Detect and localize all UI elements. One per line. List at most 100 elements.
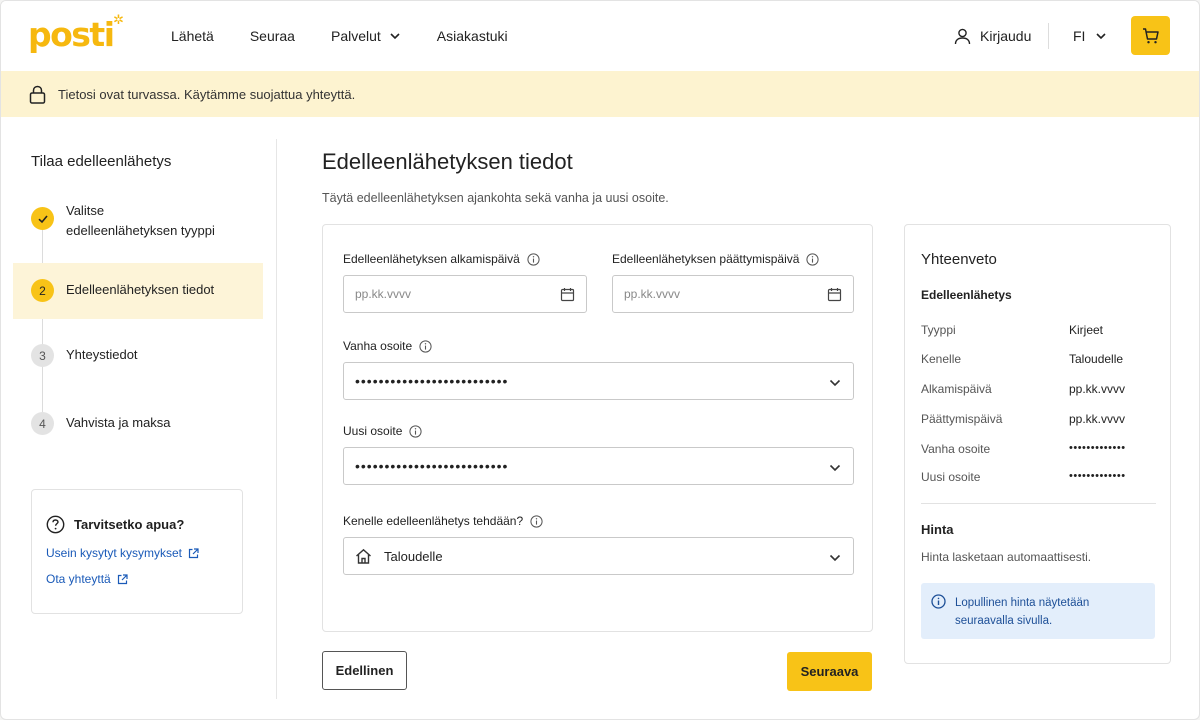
nav-label: Asiakastuki: [436, 28, 508, 44]
step-1[interactable]: Valitse edelleenlähetyksen tyyppi: [13, 193, 263, 241]
posti-logo[interactable]: posti ✲: [28, 13, 124, 54]
nav-item-seuraa[interactable]: Seuraa: [250, 28, 295, 44]
summary-value: pp.kk.vvvv: [1069, 382, 1126, 396]
label-text: Kenelle edelleenlähetys tehdään?: [343, 514, 524, 528]
summary-value: Kirjeet: [1069, 323, 1104, 337]
cart-button[interactable]: [1131, 16, 1170, 55]
help-box: Tarvitsetko apua? Usein kysytyt kysymyks…: [31, 489, 243, 614]
recipient-value: Taloudelle: [384, 548, 443, 564]
nav-label: Seuraa: [249, 28, 295, 44]
user-icon: [954, 28, 971, 44]
summary-key: Uusi osoite: [921, 470, 981, 484]
page-title: Edelleenlähetyksen tiedot: [322, 149, 573, 174]
label-text: Vanha osoite: [343, 339, 413, 353]
page-frame: posti ✲ Lähetä Seuraa Palvelut Asiakastuk…: [0, 0, 1200, 720]
top-header: posti ✲ Lähetä Seuraa Palvelut Asiakastuk…: [1, 1, 1199, 71]
price-description: Hinta lasketaan automaattisesti.: [921, 550, 1092, 564]
old-address-value: ••••••••••••••••••••••••••: [355, 373, 509, 389]
next-button[interactable]: Seuraava: [787, 652, 872, 691]
security-banner: Tietosi ovat turvassa. Käytämme suojattu…: [1, 71, 1199, 117]
login-label: Kirjaudu: [980, 28, 1032, 44]
check-icon: [31, 207, 54, 230]
step-2[interactable]: 2 Edelleenlähetyksen tiedot: [13, 263, 263, 319]
step-3[interactable]: 3 Yhteystiedot: [13, 333, 263, 377]
page-description: Täytä edelleenlähetyksen ajankohta sekä …: [322, 191, 669, 205]
end-date-input[interactable]: pp.kk.vvvv: [612, 275, 854, 313]
summary-divider: [921, 503, 1156, 504]
logo-text: posti: [28, 15, 115, 54]
banner-text: Tietosi ovat turvassa. Käytämme suojattu…: [58, 86, 356, 102]
start-date-label: Edelleenlähetyksen alkamispäivä: [343, 252, 540, 266]
end-date-label: Edelleenlähetyksen päättymispäivä: [612, 252, 820, 266]
info-icon: [931, 594, 946, 609]
step-label: Edelleenlähetyksen tiedot: [66, 282, 215, 297]
summary-key: Päättymispäivä: [921, 412, 1003, 426]
nav-item-laheta[interactable]: Lähetä: [171, 28, 214, 44]
faq-link[interactable]: Usein kysytyt kysymykset: [46, 546, 199, 560]
step-number: 2: [31, 279, 54, 302]
sidebar-divider: [276, 139, 277, 699]
logo-star-icon: ✲: [113, 13, 124, 28]
language-selector[interactable]: FI: [1073, 1, 1107, 71]
nav-item-asiakastuki[interactable]: Asiakastuki: [437, 28, 508, 44]
step-number: 4: [31, 412, 54, 435]
question-icon: [46, 515, 65, 534]
house-icon: [356, 548, 371, 564]
summary-key: Alkamispäivä: [921, 382, 992, 396]
step-4[interactable]: 4 Vahvista ja maksa: [13, 401, 263, 445]
label-text: Uusi osoite: [343, 424, 403, 438]
info-icon[interactable]: [419, 339, 432, 353]
link-label: Ota yhteyttä: [46, 572, 111, 586]
help-title: Tarvitsetko apua?: [46, 515, 184, 534]
label-text: Edelleenlähetyksen päättymispäivä: [612, 252, 800, 266]
summary-key: Kenelle: [921, 352, 962, 366]
main-nav: Lähetä Seuraa Palvelut Asiakastuki: [171, 1, 544, 71]
link-label: Usein kysytyt kysymykset: [46, 546, 183, 560]
contact-link[interactable]: Ota yhteyttä: [46, 572, 128, 586]
sidebar-title: Tilaa edelleenlähetys: [31, 153, 172, 170]
new-address-value: ••••••••••••••••••••••••••: [355, 458, 509, 474]
stepper-line: [42, 217, 43, 427]
end-date-placeholder: pp.kk.vvvv: [624, 287, 681, 301]
old-address-label: Vanha osoite: [343, 339, 432, 353]
summary-title: Yhteenveto: [921, 251, 997, 268]
recipient-select[interactable]: Taloudelle: [343, 537, 854, 575]
info-icon[interactable]: [527, 252, 540, 266]
help-title-text: Tarvitsetko apua?: [74, 517, 185, 532]
chevron-down-icon: [829, 379, 841, 387]
previous-button[interactable]: Edellinen: [322, 651, 407, 690]
calendar-icon[interactable]: [560, 287, 575, 302]
summary-panel: Yhteenveto Edelleenlähetys Tyyppi Kirjee…: [904, 224, 1171, 664]
summary-value: pp.kk.vvvv: [1069, 412, 1126, 426]
language-label: FI: [1073, 28, 1086, 44]
new-address-select[interactable]: ••••••••••••••••••••••••••: [343, 447, 854, 485]
summary-value: •••••••••••••: [1069, 470, 1126, 482]
step-label: Valitse edelleenlähetyksen tyyppi: [66, 203, 215, 238]
price-info-text: Lopullinen hinta näytetään seuraavalla s…: [955, 597, 1090, 627]
calendar-icon[interactable]: [827, 287, 842, 302]
summary-value: •••••••••••••: [1069, 442, 1126, 454]
form-card: Edelleenlähetyksen alkamispäivä pp.kk.vv…: [322, 224, 873, 632]
price-info-box: Lopullinen hinta näytetään seuraavalla s…: [921, 583, 1155, 639]
info-icon[interactable]: [409, 424, 422, 438]
header-divider: [1048, 23, 1049, 49]
login-button[interactable]: Kirjaudu: [954, 1, 1031, 71]
summary-key: Tyyppi: [921, 323, 956, 337]
start-date-input[interactable]: pp.kk.vvvv: [343, 275, 587, 313]
info-icon[interactable]: [530, 514, 543, 528]
step-number: 3: [31, 344, 54, 367]
old-address-select[interactable]: ••••••••••••••••••••••••••: [343, 362, 854, 400]
label-text: Edelleenlähetyksen alkamispäivä: [343, 252, 520, 266]
chevron-down-icon: [829, 554, 841, 562]
recipient-label: Kenelle edelleenlähetys tehdään?: [343, 514, 543, 528]
summary-value: Taloudelle: [1069, 352, 1124, 366]
new-address-label: Uusi osoite: [343, 424, 422, 438]
nav-item-palvelut[interactable]: Palvelut: [331, 28, 401, 44]
chevron-down-icon: [390, 33, 400, 40]
chevron-down-icon: [1096, 33, 1107, 40]
summary-key: Vanha osoite: [921, 442, 991, 456]
info-icon[interactable]: [806, 252, 820, 266]
nav-label: Lähetä: [171, 28, 214, 44]
cart-icon: [1142, 27, 1159, 43]
external-link-icon: [188, 547, 199, 558]
